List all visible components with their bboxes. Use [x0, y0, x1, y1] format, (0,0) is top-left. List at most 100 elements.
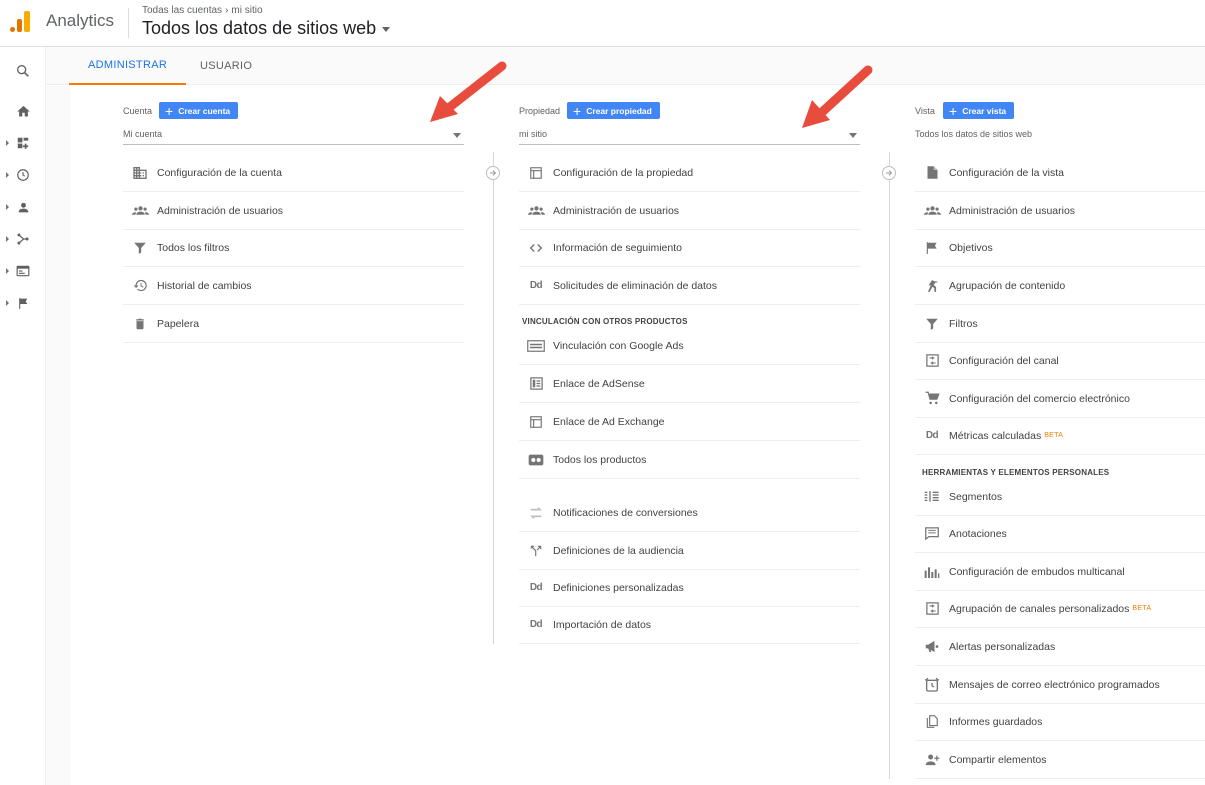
channel-settings-item[interactable]: Configuración del canal [915, 342, 1205, 380]
building-icon [123, 165, 157, 181]
annotations-item[interactable]: Anotaciones [915, 515, 1205, 553]
view-select[interactable]: Todos los datos de sitios web [915, 128, 1205, 145]
property-settings-item[interactable]: Configuración de la propiedad [519, 154, 860, 192]
adsense-icon [519, 376, 553, 391]
item-label: Anotaciones [949, 527, 1007, 540]
acquisition-icon [17, 233, 29, 245]
ad-exchange-link-item[interactable]: Enlace de Ad Exchange [519, 403, 860, 441]
view-user-management-item[interactable]: Administración de usuarios [915, 192, 1205, 230]
custom-channel-grouping-item[interactable]: Agrupación de canales personalizados BETA [915, 590, 1205, 628]
ecommerce-settings-item[interactable]: Configuración del comercio electrónico [915, 380, 1205, 418]
item-label: Agrupación de canales personalizados [949, 602, 1130, 615]
cart-icon [915, 391, 949, 406]
all-products-item[interactable]: Todos los productos [519, 441, 860, 479]
share-assets-item[interactable]: Compartir elementos [915, 741, 1205, 779]
create-property-label: Crear propiedad [586, 105, 652, 116]
fork-icon [519, 544, 553, 558]
property-select-value: mi sitio [519, 129, 548, 139]
custom-definitions-item[interactable]: Dd Definiciones personalizadas [519, 569, 860, 607]
dropdown-arrow-icon [453, 133, 461, 138]
item-label: Importación de datos [553, 618, 652, 631]
alarm-icon [915, 677, 949, 693]
item-label: Métricas calculadas [949, 429, 1042, 442]
top-bar: Analytics Todas las cuentas › mi sitio Tod… [0, 0, 1205, 47]
realtime-nav-button[interactable] [0, 163, 46, 187]
analytics-logo[interactable] [9, 10, 31, 32]
view-selector[interactable]: Todos los datos de sitios web [142, 18, 391, 39]
custom-alerts-item[interactable]: Alertas personalizadas [915, 628, 1205, 666]
item-label: Todos los productos [553, 453, 647, 466]
content-gutter [46, 86, 70, 785]
account-change-history-item[interactable]: Historial de cambios [123, 267, 464, 305]
arrow-right-circle-icon [486, 166, 500, 180]
item-label: Configuración de la vista [949, 166, 1064, 179]
history-icon [123, 278, 157, 293]
account-user-management-item[interactable]: Administración de usuarios [123, 192, 464, 230]
window-icon [519, 166, 553, 180]
item-label: Administración de usuarios [157, 204, 284, 217]
conversions-nav-button[interactable] [0, 291, 46, 315]
account-select[interactable]: Mi cuenta [123, 128, 464, 145]
scheduled-emails-item[interactable]: Mensajes de correo electrónico programad… [915, 666, 1205, 704]
create-property-button[interactable]: + Crear propiedad [567, 102, 660, 119]
item-label: Enlace de AdSense [553, 377, 645, 390]
account-settings-item[interactable]: Configuración de la cuenta [123, 154, 464, 192]
breadcrumb-current[interactable]: mi sitio [231, 5, 262, 16]
home-nav-button[interactable] [0, 99, 46, 123]
breadcrumb[interactable]: Todas las cuentas › mi sitio [142, 5, 263, 16]
goals-item[interactable]: Objetivos [915, 229, 1205, 267]
item-label: Configuración de embudos multicanal [949, 565, 1125, 578]
tab-administrar[interactable]: ADMINISTRAR [69, 47, 187, 85]
audience-definitions-item[interactable]: Definiciones de la audiencia [519, 532, 860, 570]
dd-icon: Dd [529, 619, 543, 630]
google-ads-linking-item[interactable]: Vinculación con Google Ads [519, 327, 860, 365]
data-import-item[interactable]: Dd Importación de datos [519, 606, 860, 644]
view-settings-item[interactable]: Configuración de la vista [915, 154, 1205, 192]
content-grouping-item[interactable]: Agrupación de contenido [915, 267, 1205, 305]
create-view-button[interactable]: + Crear vista [943, 102, 1015, 119]
person-add-icon [915, 752, 949, 767]
customization-nav-button[interactable] [0, 131, 46, 155]
dd-icon: Dd [529, 280, 543, 291]
item-label: Objetivos [949, 241, 993, 254]
filter-icon [123, 241, 157, 255]
copy-icon [915, 714, 949, 729]
segments-item[interactable]: Segmentos [915, 478, 1205, 516]
left-nav [0, 47, 46, 785]
item-label: Configuración de la cuenta [157, 166, 282, 179]
search-nav-button[interactable] [0, 59, 46, 83]
account-trash-item[interactable]: Papelera [123, 305, 464, 343]
property-user-management-item[interactable]: Administración de usuarios [519, 192, 860, 230]
admin-tabs: ADMINISTRAR USUARIO [46, 47, 1205, 85]
item-label: Compartir elementos [949, 753, 1047, 766]
account-all-filters-item[interactable]: Todos los filtros [123, 229, 464, 267]
conversion-notifications-item[interactable]: Notificaciones de conversiones [519, 494, 860, 532]
code-icon [519, 241, 553, 255]
tab-usuario[interactable]: USUARIO [181, 47, 271, 85]
acquisition-nav-button[interactable] [0, 227, 46, 251]
view-filters-item[interactable]: Filtros [915, 305, 1205, 343]
data-deletion-requests-item[interactable]: Dd Solicitudes de eliminación de datos [519, 267, 860, 305]
item-label: Configuración del canal [949, 354, 1059, 367]
ads-icon [519, 339, 553, 352]
item-label: Notificaciones de conversiones [553, 506, 698, 519]
calculated-metrics-item[interactable]: Dd Métricas calculadas BETA [915, 417, 1205, 455]
tools-section-title: HERRAMIENTAS Y ELEMENTOS PERSONALES [922, 468, 1110, 477]
expand-triangle-icon [6, 204, 9, 210]
linking-section-title: VINCULACIÓN CON OTROS PRODUCTOS [522, 317, 688, 326]
person-walk-icon [915, 278, 949, 294]
view-title: Todos los datos de sitios web [142, 18, 377, 38]
tracking-info-item[interactable]: Información de seguimiento [519, 229, 860, 267]
swap-icon [519, 505, 553, 521]
adsense-link-item[interactable]: Enlace de AdSense [519, 365, 860, 403]
comment-icon [915, 526, 949, 541]
flag-icon [18, 297, 27, 309]
people-icon [915, 202, 949, 219]
behavior-nav-button[interactable] [0, 259, 46, 283]
breadcrumb-parent[interactable]: Todas las cuentas [142, 5, 222, 16]
multichannel-funnels-item[interactable]: Configuración de embudos multicanal [915, 553, 1205, 591]
create-account-button[interactable]: + Crear cuenta [159, 102, 239, 119]
item-label: Solicitudes de eliminación de datos [553, 279, 718, 292]
audience-nav-button[interactable] [0, 195, 46, 219]
saved-reports-item[interactable]: Informes guardados [915, 703, 1205, 741]
